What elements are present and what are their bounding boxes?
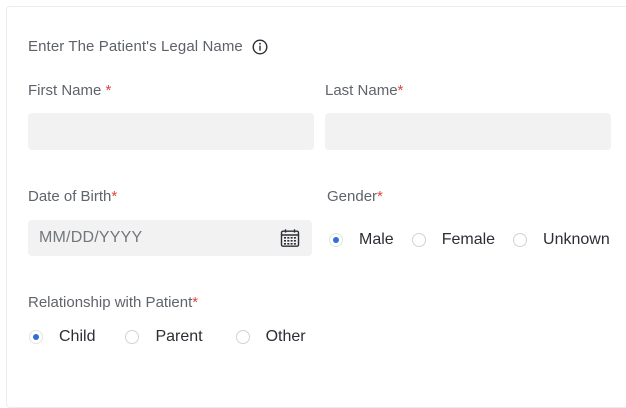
dob-input[interactable]: MM/DD/YYYY — [28, 220, 312, 256]
first-name-input[interactable] — [28, 113, 314, 150]
radio-unselected-icon[interactable] — [125, 330, 140, 344]
radio-selected-icon[interactable] — [29, 330, 43, 344]
relationship-radio-group: Child Parent Other — [29, 327, 306, 347]
relationship-label-text: Relationship with Patient — [28, 294, 193, 311]
legal-name-heading: Enter The Patient's Legal Name — [28, 38, 268, 55]
dob-placeholder: MM/DD/YYYY — [39, 229, 143, 246]
gender-label-text: Gender — [327, 188, 378, 205]
required-asterisk: * — [377, 188, 383, 205]
first-name-label: First Name * — [28, 82, 111, 99]
dob-label: Date of Birth* — [28, 188, 117, 205]
radio-unselected-icon[interactable] — [235, 330, 250, 344]
calendar-icon[interactable] — [280, 228, 300, 248]
last-name-input[interactable] — [325, 113, 611, 150]
last-name-label: Last Name* — [325, 82, 403, 99]
gender-option-unknown[interactable]: Unknown — [513, 231, 610, 249]
gender-label: Gender* — [327, 188, 383, 205]
dob-label-text: Date of Birth — [28, 188, 112, 205]
radio-unselected-icon[interactable] — [411, 233, 426, 247]
relationship-option-label: Other — [265, 328, 306, 345]
required-asterisk: * — [105, 82, 112, 99]
last-name-label-text: Last Name — [325, 82, 398, 99]
radio-unselected-icon[interactable] — [513, 233, 528, 247]
required-asterisk: * — [397, 82, 404, 99]
gender-option-label: Female — [441, 231, 496, 248]
relationship-option-label: Child — [59, 328, 96, 345]
relationship-label: Relationship with Patient* — [28, 294, 198, 311]
relationship-option-parent[interactable]: Parent — [125, 328, 203, 346]
first-name-label-text: First Name — [28, 82, 102, 99]
gender-option-female[interactable]: Female — [411, 231, 496, 249]
gender-option-label: Unknown — [543, 231, 610, 248]
legal-name-title: Enter The Patient's Legal Name — [28, 38, 243, 55]
gender-option-label: Male — [359, 231, 394, 248]
patient-form-card — [6, 6, 626, 408]
relationship-option-child[interactable]: Child — [29, 328, 95, 346]
required-asterisk: * — [192, 294, 199, 311]
info-icon[interactable] — [252, 38, 268, 55]
required-asterisk: * — [111, 188, 118, 205]
relationship-option-label: Parent — [155, 328, 203, 345]
relationship-option-other[interactable]: Other — [235, 328, 306, 346]
gender-option-male[interactable]: Male — [329, 231, 394, 249]
gender-radio-group: Male Female Unknown — [329, 230, 610, 250]
radio-selected-icon[interactable] — [329, 233, 343, 247]
